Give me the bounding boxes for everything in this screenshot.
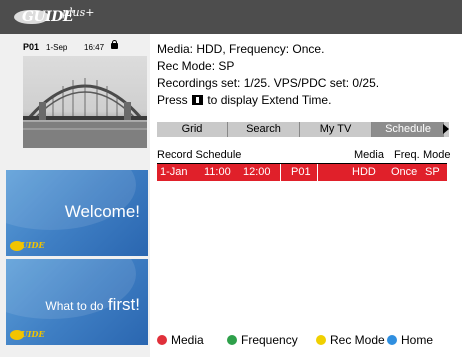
row-start: 11:00 — [204, 166, 231, 178]
row-mode: SP — [425, 166, 440, 178]
column-freq: Freq. — [394, 149, 420, 161]
legend-frequency[interactable]: Frequency — [227, 333, 298, 347]
schedule-header: Record Schedule Media Freq. Mode — [157, 149, 451, 164]
legend-rec-mode[interactable]: Rec Mode — [316, 333, 385, 347]
top-bar: GUIDE plus+ — [0, 0, 462, 34]
row-end: 12:00 — [243, 166, 271, 178]
recording-info: Media: HDD, Frequency: Once. Rec Mode: S… — [157, 41, 457, 109]
schedule-title: Record Schedule — [157, 149, 242, 161]
info-button-icon — [192, 95, 204, 105]
guideplus-logo: GUIDE plus+ — [14, 6, 100, 28]
column-media: Media — [354, 149, 384, 161]
lock-icon — [111, 40, 118, 49]
welcome-card[interactable]: Welcome! GUIDE — [6, 170, 148, 256]
preview-time: 16:47 — [84, 43, 105, 52]
blue-dot-icon — [387, 335, 397, 345]
info-recordings-line: Recordings set: 1/25. VPS/PDC set: 0/25. — [157, 76, 380, 90]
tab-search[interactable]: Search — [228, 122, 300, 137]
column-mode: Mode — [423, 149, 451, 161]
row-freq: Once — [391, 166, 418, 178]
tab-bar: Grid Search My TV Schedule — [157, 122, 449, 137]
info-extend-line: Press to display Extend Time. — [157, 93, 332, 107]
tab-scroll-right-icon[interactable] — [443, 124, 449, 134]
green-dot-icon — [227, 335, 237, 345]
welcome-message: Welcome! — [64, 202, 140, 221]
legend-media[interactable]: Media — [157, 333, 204, 347]
tv-preview-image — [23, 56, 147, 148]
row-date: 1-Jan — [160, 166, 188, 178]
schedule-row[interactable]: 1-Jan 11:00 12:00 P01 HDD Once SP — [157, 164, 447, 181]
yellow-dot-icon — [316, 335, 326, 345]
mini-logo-icon: GUIDE — [10, 329, 50, 341]
info-recmode-line: Rec Mode: SP — [157, 59, 235, 73]
harbour-bridge-icon — [23, 78, 147, 148]
info-media-line: Media: HDD, Frequency: Once. — [157, 42, 325, 56]
card-message-large: first! — [107, 295, 140, 314]
preview-date: 1-Sep — [46, 43, 68, 52]
row-channel: P01 — [291, 166, 311, 178]
tab-my-tv[interactable]: My TV — [300, 122, 372, 137]
red-dot-icon — [157, 335, 167, 345]
preview-channel: P01 — [23, 42, 40, 52]
what-to-do-first-card[interactable]: What to do first! GUIDE — [6, 259, 148, 345]
preview-header: P01 1-Sep 16:47 — [23, 40, 147, 55]
tab-grid[interactable]: Grid — [157, 122, 228, 137]
row-media: HDD — [352, 166, 376, 178]
card-message-small: What to do — [45, 299, 104, 313]
legend-home[interactable]: Home — [387, 333, 433, 347]
logo-plus-text: plus+ — [62, 6, 95, 19]
mini-logo-icon: GUIDE — [10, 240, 50, 252]
tab-schedule[interactable]: Schedule — [372, 122, 444, 137]
